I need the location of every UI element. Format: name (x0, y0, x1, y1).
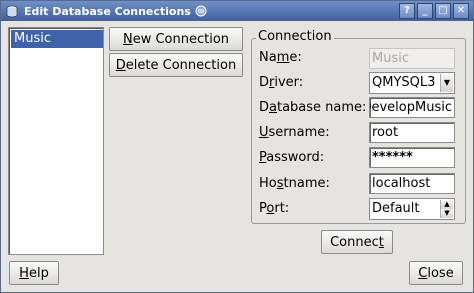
close-button[interactable]: Close (409, 261, 463, 285)
username-label-post: sername: (268, 125, 330, 140)
name-field: Music (369, 48, 455, 69)
connect-label-pre: Connec (330, 234, 379, 250)
port-spinbox[interactable]: Default ▲ ▼ (369, 198, 455, 220)
connection-group-title: Connection (256, 29, 334, 44)
port-value: Default (372, 201, 420, 216)
name-label-pre: Na (259, 50, 277, 65)
chevron-down-icon[interactable]: ▼ (440, 74, 453, 92)
connect-button[interactable]: Connec t (321, 230, 393, 254)
connect-mnemonic: t (378, 234, 384, 250)
database-name-label-pre: D (259, 100, 270, 115)
new-connection-label: ew Connection (132, 31, 230, 47)
database-name-value: DevelopMusic (369, 100, 452, 115)
close-mnemonic: C (418, 265, 428, 281)
hostname-label-pre: Ho (259, 176, 277, 191)
hostname-label-mnemonic: s (276, 176, 284, 191)
menu-stack-icon[interactable] (195, 5, 207, 17)
name-label-mnemonic: m (276, 50, 290, 65)
hostname-label: Hostname: (259, 176, 330, 191)
port-label: Port: (259, 201, 289, 216)
arrow-up-icon[interactable]: ▲ (440, 200, 453, 209)
window-title: Edit Database Connections (24, 4, 191, 18)
help-button[interactable]: Help (9, 261, 59, 285)
password-label-post: assword: (266, 150, 325, 165)
arrow-down-icon[interactable]: ▼ (440, 209, 453, 218)
driver-label-pre: D (259, 75, 270, 90)
close-label: lose (427, 265, 454, 281)
dialog-window: Edit Database Connections ? _ □ ✕ Music … (0, 0, 474, 293)
close-window-button[interactable]: ✕ (453, 3, 469, 19)
delete-connection-button[interactable]: Delete Connection (109, 53, 243, 77)
driver-label-post: iver: (274, 75, 304, 90)
name-label-post: e: (289, 50, 302, 65)
username-label-mnemonic: U (259, 125, 269, 140)
password-field[interactable]: ****** (369, 147, 455, 168)
database-name-field[interactable]: DevelopMusic (369, 97, 455, 118)
delete-connection-label: elete Connection (125, 57, 237, 73)
maximize-button[interactable]: □ (435, 3, 451, 19)
title-bar[interactable]: Edit Database Connections ? _ □ ✕ (1, 1, 473, 21)
new-connection-button[interactable]: New Connection (109, 27, 243, 51)
driver-label: Driver: (259, 75, 303, 90)
port-label-post: rt: (274, 201, 290, 216)
username-label: Username: (259, 125, 330, 140)
help-question-button[interactable]: ? (399, 3, 415, 19)
hostname-field[interactable]: localhost (369, 173, 455, 194)
database-name-label-post: tabase name: (276, 100, 367, 115)
minimize-button[interactable]: _ (417, 3, 433, 19)
database-name-label: Database name: (259, 100, 366, 115)
hostname-label-post: tname: (283, 176, 330, 191)
driver-combobox[interactable]: QMYSQL3 ▼ (369, 72, 455, 94)
database-name-label-mnemonic: a (269, 100, 277, 115)
database-icon[interactable] (4, 3, 20, 19)
new-connection-mnemonic: N (122, 31, 133, 47)
username-field[interactable]: root (369, 122, 455, 143)
list-item[interactable]: Music (11, 30, 103, 48)
delete-connection-mnemonic: D (115, 57, 126, 73)
help-mnemonic: H (19, 265, 29, 281)
password-label: Password: (259, 150, 324, 165)
driver-value: QMYSQL3 (372, 75, 436, 90)
help-label: elp (28, 265, 49, 281)
connections-listbox[interactable]: Music (8, 27, 104, 255)
name-label: Name: (259, 50, 302, 65)
